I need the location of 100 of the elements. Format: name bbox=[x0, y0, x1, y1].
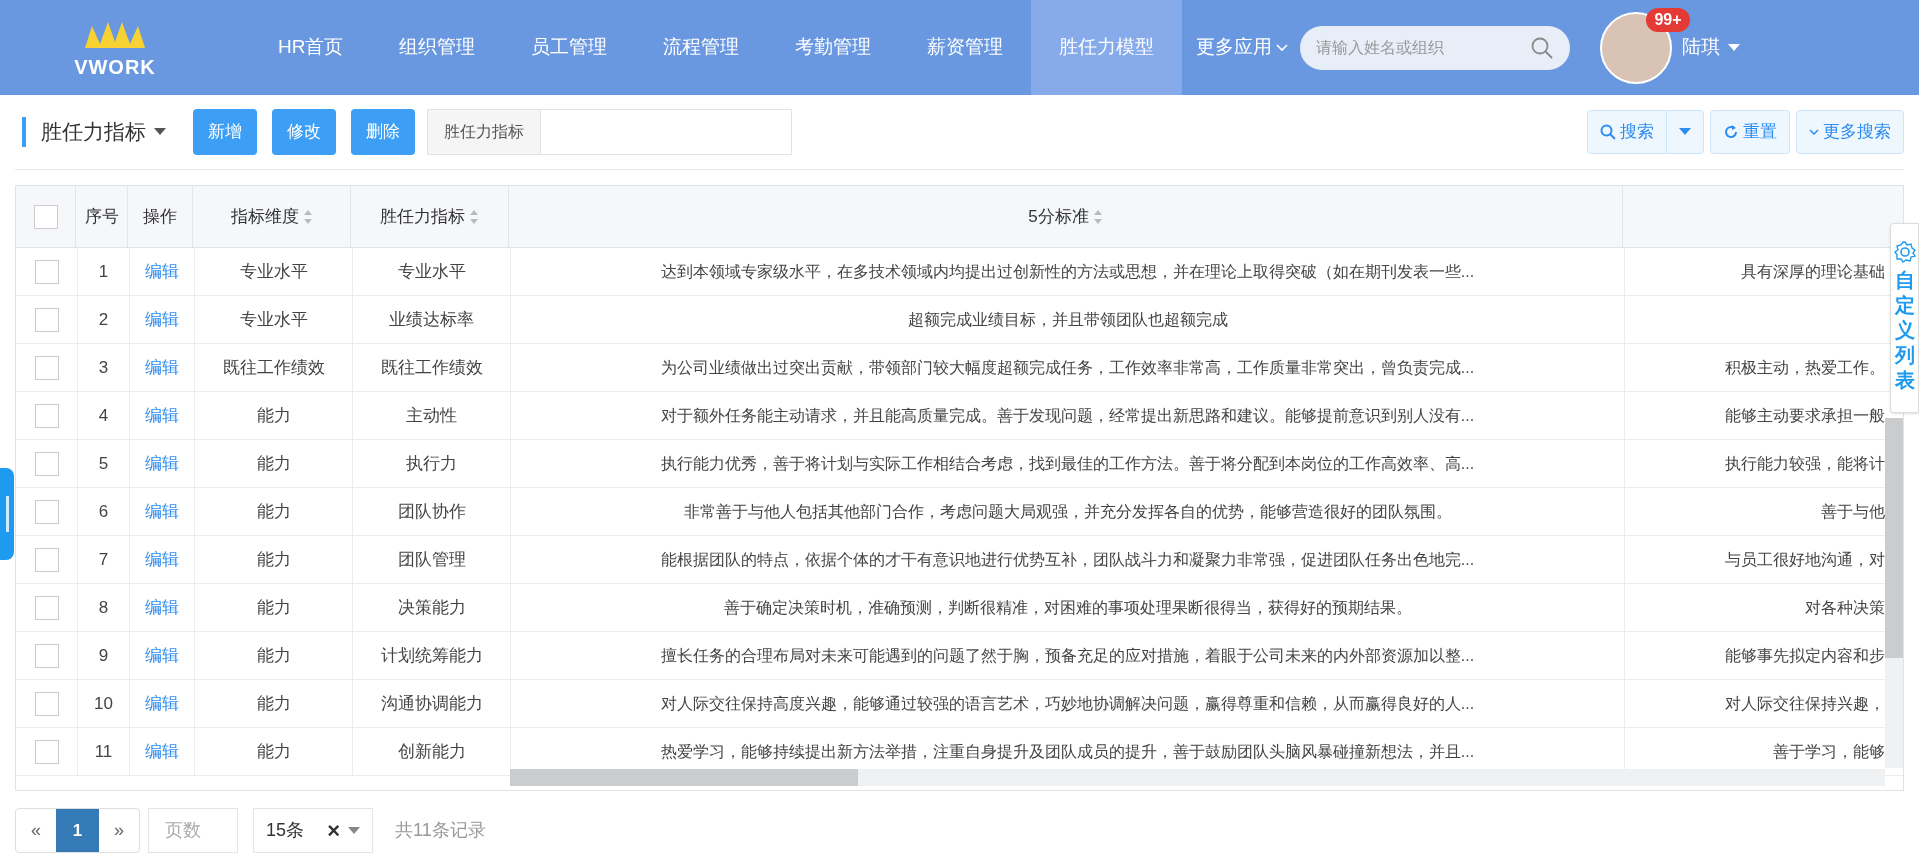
reset-button[interactable]: 重置 bbox=[1710, 110, 1790, 154]
chevron-icon[interactable] bbox=[1276, 43, 1289, 52]
edit-link[interactable]: 编辑 bbox=[145, 306, 179, 333]
edit-link[interactable]: 编辑 bbox=[145, 642, 179, 669]
sort-icon[interactable] bbox=[302, 208, 313, 225]
horizontal-scrollbar[interactable] bbox=[510, 769, 1885, 786]
table-cell-text: 8 bbox=[98, 596, 109, 619]
sort-icon[interactable] bbox=[469, 208, 479, 225]
column-header: 胜任力指标 bbox=[380, 205, 465, 228]
table-cell-text: 能力 bbox=[256, 596, 291, 619]
table-cell-text: 9 bbox=[98, 644, 109, 667]
table-cell-text: 能够主动要求承担一般 bbox=[1725, 405, 1885, 426]
row-checkbox[interactable] bbox=[34, 595, 59, 620]
refresh-icon bbox=[1723, 124, 1739, 140]
vwork-logo: VWORK bbox=[60, 17, 170, 78]
table-cell-text: 6 bbox=[98, 500, 109, 523]
nav-tab[interactable]: 薪资管理 bbox=[899, 0, 1032, 95]
search-field[interactable]: 请输入姓名或组织 bbox=[1300, 25, 1571, 70]
row-checkbox[interactable] bbox=[34, 499, 59, 524]
edit-link[interactable]: 编辑 bbox=[145, 690, 179, 717]
nav-tab[interactable]: 更多应用 bbox=[1182, 0, 1291, 95]
page-number-field[interactable]: 页数 bbox=[148, 808, 238, 853]
nav-tab[interactable]: 组织管理 bbox=[371, 0, 504, 95]
table-cell-text: 能力 bbox=[256, 500, 291, 523]
caret-icon[interactable] bbox=[154, 128, 166, 136]
row-checkbox[interactable] bbox=[34, 643, 59, 668]
table-cell-text: 能够事先拟定内容和步 bbox=[1725, 645, 1885, 666]
table-cell-text: 4 bbox=[98, 404, 109, 427]
column-header: 序号 bbox=[84, 205, 119, 228]
notification-badge: 99+ bbox=[1646, 7, 1690, 32]
table-cell-text: 积极主动，热爱工作。 bbox=[1725, 357, 1885, 378]
table-cell-text: 能根据团队的特点，依据个体的才干有意识地进行优势互补，团队战斗力和凝聚力非常强，促进团队任务出色地完... bbox=[660, 549, 1475, 570]
table-cell-text: 专业水平 bbox=[239, 308, 308, 331]
table-cell-text: 11 bbox=[94, 740, 113, 763]
more-search-button[interactable]: 更多搜索 bbox=[1796, 110, 1904, 154]
toolbar-button[interactable]: 删除 bbox=[351, 109, 415, 155]
select-all-checkbox[interactable] bbox=[33, 204, 58, 229]
table-cell-text: 2 bbox=[98, 308, 109, 331]
sort-icon[interactable] bbox=[1092, 208, 1103, 225]
table-cell-text: 7 bbox=[98, 548, 109, 571]
edit-link[interactable]: 编辑 bbox=[145, 402, 179, 429]
total-records: 共11条记录 bbox=[395, 819, 486, 842]
filter-field[interactable]: 胜任力指标 bbox=[427, 109, 792, 155]
edit-link[interactable]: 编辑 bbox=[145, 594, 179, 621]
page-title: 胜任力指标 bbox=[41, 119, 146, 146]
edit-link[interactable]: 编辑 bbox=[145, 498, 179, 525]
table-cell-text: 对各种决策 bbox=[1805, 597, 1885, 618]
table-cell-text: 能力 bbox=[256, 644, 291, 667]
caret-icon bbox=[348, 826, 360, 835]
previous-page-button[interactable]: « bbox=[16, 809, 56, 852]
table-cell-text: 热爱学习，能够持续提出新方法举措，注重自身提升及团队成员的提升，善于鼓励团队头脑风暴碰撞新想法，并且... bbox=[660, 741, 1475, 762]
page-size-select[interactable]: 15条 × bbox=[253, 808, 373, 853]
vertical-scrollbar[interactable] bbox=[1885, 418, 1903, 768]
edit-link[interactable]: 编辑 bbox=[145, 354, 179, 381]
table-cell-text: 达到本领域专家级水平，在多技术领域内均提出过创新性的方法或思想，并在理论上取得突破（如在期刊发表一些... bbox=[660, 261, 1475, 282]
custom-columns-tab[interactable]: 自定义列表 bbox=[1890, 223, 1919, 413]
row-checkbox[interactable] bbox=[34, 403, 59, 428]
table-cell-text: 专业水平 bbox=[397, 260, 466, 283]
row-checkbox[interactable] bbox=[34, 307, 59, 332]
chevron-icon bbox=[1809, 128, 1819, 136]
row-checkbox[interactable] bbox=[34, 355, 59, 380]
edit-link[interactable]: 编辑 bbox=[145, 546, 179, 573]
edit-link[interactable]: 编辑 bbox=[145, 258, 179, 285]
row-checkbox[interactable] bbox=[34, 691, 59, 716]
row-checkbox[interactable] bbox=[34, 547, 59, 572]
toolbar-button[interactable]: 修改 bbox=[272, 109, 336, 155]
side-toggle-handle[interactable] bbox=[0, 468, 14, 560]
nav-tab[interactable]: 胜任力模型 bbox=[1031, 0, 1183, 95]
table-cell-text: 超额完成业绩目标，并且带领团队也超额完成 bbox=[907, 309, 1228, 330]
settings-icon bbox=[1892, 240, 1917, 264]
table-cell-text: 善于与他 bbox=[1821, 501, 1885, 522]
nav-tab[interactable]: 流程管理 bbox=[635, 0, 768, 95]
table-cell-text: 能力 bbox=[256, 404, 291, 427]
edit-link[interactable]: 编辑 bbox=[145, 738, 179, 765]
row-checkbox[interactable] bbox=[34, 259, 59, 284]
row-checkbox[interactable] bbox=[34, 451, 59, 476]
nav-tab[interactable]: 员工管理 bbox=[503, 0, 636, 95]
nav-tab[interactable]: HR首页 bbox=[250, 0, 372, 95]
row-checkbox[interactable] bbox=[34, 739, 59, 764]
user-name[interactable]: 陆琪 bbox=[1682, 33, 1721, 62]
table-cell-text: 5 bbox=[98, 452, 109, 475]
table-cell-text: 沟通协调能力 bbox=[380, 692, 483, 715]
column-header: 5分标准 bbox=[1028, 205, 1089, 228]
clear-button[interactable]: × bbox=[327, 814, 340, 847]
page-button[interactable]: 1 bbox=[56, 809, 99, 852]
table-cell-text: 善于学习，能够 bbox=[1773, 741, 1885, 762]
next-page-button[interactable]: » bbox=[99, 809, 139, 852]
table-cell-text: 既往工作绩效 bbox=[222, 356, 325, 379]
table-cell-text: 能力 bbox=[256, 740, 291, 763]
edit-link[interactable]: 编辑 bbox=[145, 450, 179, 477]
toolbar-button[interactable]: 新增 bbox=[193, 109, 257, 155]
table-cell-text: 对于额外任务能主动请求，并且能高质量完成。善于发现问题，经常提出新思路和建议。能够提前意识到别人没有... bbox=[660, 405, 1475, 426]
nav-tab[interactable]: 考勤管理 bbox=[767, 0, 900, 95]
table-cell-text: 既往工作绩效 bbox=[380, 356, 483, 379]
table-cell-text: 执行力 bbox=[406, 452, 457, 475]
table-cell-text: 3 bbox=[98, 356, 109, 379]
search-icon bbox=[1600, 124, 1616, 140]
table-cell-text: 非常善于与他人包括其他部门合作，考虑问题大局观强，并充分发挥各自的优势，能够营造很好的团队氛围。 bbox=[683, 501, 1452, 522]
table-cell-text: 专业水平 bbox=[239, 260, 308, 283]
search-icon[interactable] bbox=[1530, 35, 1555, 60]
